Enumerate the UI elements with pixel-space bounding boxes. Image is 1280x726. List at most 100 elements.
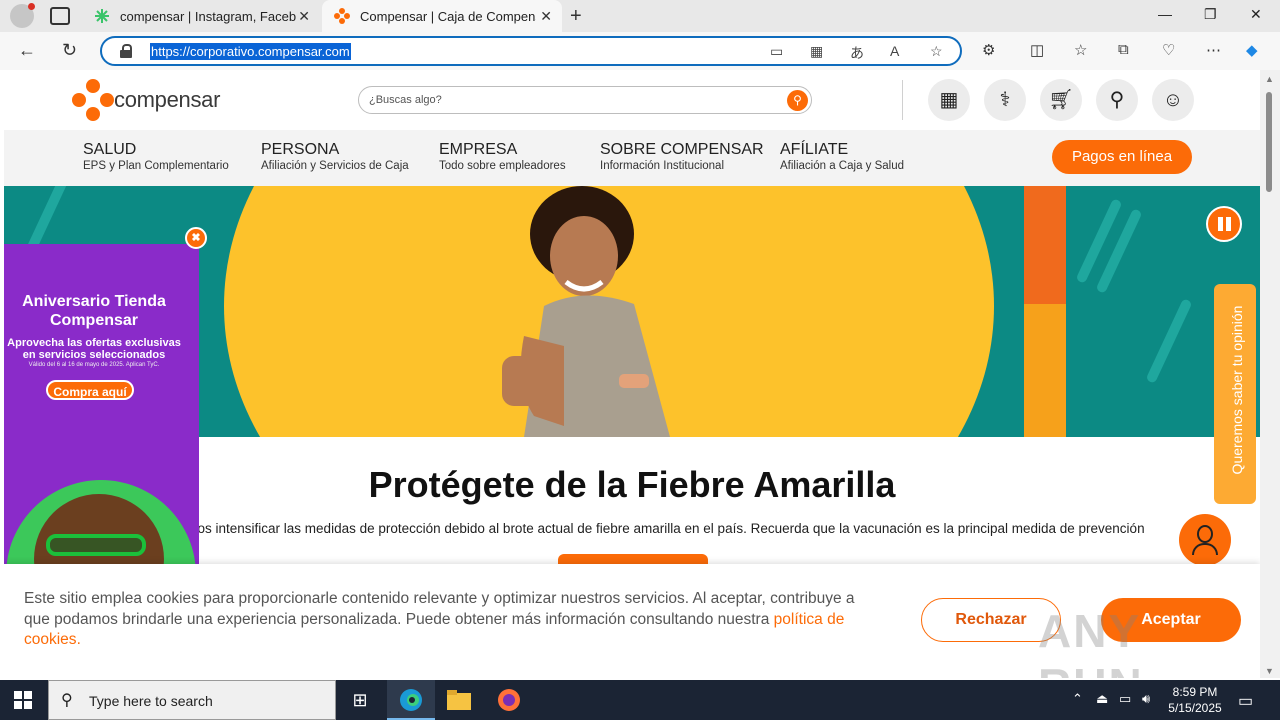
calendar-icon[interactable]: ▦ [928, 79, 970, 121]
windows-taskbar: ⚲ Type here to search ⊞ ⌃ ⏏ ▭ 🔊︎ 8:59 PM… [0, 680, 1280, 720]
compensar-favicon-icon [334, 8, 350, 24]
edge-browser-icon[interactable] [387, 680, 435, 720]
extensions-icon[interactable]: ⚙ [982, 41, 995, 59]
search-input[interactable]: ¿Buscas algo? [369, 94, 442, 106]
translate-icon[interactable]: あ [850, 43, 864, 63]
task-view-icon[interactable]: ⊞ [336, 680, 384, 720]
volume-icon[interactable]: 🔊︎ [1142, 691, 1150, 707]
nav-item-salud[interactable]: SALUD EPS y Plan Complementario [83, 141, 229, 172]
compensar-logo[interactable]: compensar [72, 79, 222, 121]
cookie-message: Este sitio emplea cookies para proporcio… [24, 590, 855, 628]
network-icon[interactable]: ▭ [1119, 691, 1131, 707]
scroll-down-icon[interactable]: ▼ [1265, 666, 1274, 676]
nav-title: SOBRE COMPENSAR [600, 141, 764, 158]
location-pin-icon[interactable]: ⚲ [1096, 79, 1138, 121]
url-text[interactable]: https://corporativo.compensar.com [150, 43, 351, 60]
close-window-icon[interactable]: ✕ [1250, 6, 1262, 23]
promo-close-icon[interactable]: ✖ [185, 227, 207, 249]
qr-code-icon[interactable]: ▦ [810, 43, 823, 60]
browser-toolbar: ← ↻ https://corporativo.compensar.com ▭ … [0, 32, 1280, 70]
collections-icon[interactable]: ⧉ [1118, 41, 1129, 58]
tab-close-icon[interactable]: ✕ [298, 8, 310, 25]
address-bar[interactable]: https://corporativo.compensar.com ▭ ▦ あ … [100, 36, 962, 66]
nav-title: SALUD [83, 141, 137, 158]
copilot-icon[interactable]: ◆ [1246, 41, 1258, 59]
read-aloud-icon[interactable]: A [890, 43, 899, 59]
nav-subtitle: Información Institucional [600, 160, 725, 172]
page-scrollbar[interactable]: ▲ ▼ [1260, 70, 1280, 678]
promo-subtitle: Aprovecha las ofertas exclusivas en serv… [7, 337, 181, 361]
nav-item-sobre-compensar[interactable]: SOBRE COMPENSAR Información Instituciona… [600, 141, 764, 172]
nav-item-afiliate[interactable]: AFÍLIATE Afiliación a Caja y Salud [780, 141, 904, 172]
refresh-icon[interactable]: ↻ [62, 40, 77, 61]
cookie-text: Este sitio emplea cookies para proporcio… [24, 589, 870, 651]
lock-icon[interactable] [120, 44, 132, 58]
search-icon[interactable]: ⚲ [787, 90, 808, 111]
more-options-icon[interactable]: ⋯ [1206, 41, 1221, 59]
header-divider [902, 80, 903, 120]
scroll-up-icon[interactable]: ▲ [1265, 74, 1274, 84]
usb-icon[interactable]: ⏏ [1096, 691, 1108, 707]
main-navigation: SALUD EPS y Plan Complementario PERSONA … [4, 130, 1260, 186]
feedback-tab-label: Queremos saber tu opinión [1229, 305, 1245, 475]
restore-icon[interactable]: ❐ [1204, 6, 1217, 23]
clock-time: 8:59 PM [1172, 685, 1218, 699]
back-icon[interactable]: ← [18, 40, 36, 61]
notifications-icon[interactable]: ▭ [1238, 691, 1253, 711]
profile-avatar-icon[interactable] [10, 3, 35, 28]
windows-start-icon[interactable] [14, 691, 32, 709]
nav-title: PERSONA [261, 141, 340, 158]
promo-popup[interactable]: Aniversario Tienda Compensar Aprovecha l… [4, 244, 199, 574]
split-screen-icon[interactable]: ◫ [1030, 41, 1044, 59]
promo-title: Aniversario Tienda Compensar [22, 293, 166, 329]
user-account-icon[interactable]: ☺ [1152, 79, 1194, 121]
tab-instagram[interactable]: compensar | Instagram, Facebook ✕ [84, 0, 320, 32]
site-search[interactable]: ¿Buscas algo? ⚲ [358, 86, 812, 114]
nav-subtitle: Afiliación a Caja y Salud [780, 160, 905, 172]
compensar-logo-icon [72, 79, 114, 121]
cookie-banner: Este sitio emplea cookies para proporcio… [4, 564, 1260, 678]
banner-person-image [502, 186, 670, 437]
nav-item-persona[interactable]: PERSONA Afiliación y Servicios de Caja [261, 141, 409, 172]
clock[interactable]: 8:59 PM 5/15/2025 [1160, 684, 1230, 716]
tab-actions-icon[interactable] [50, 7, 70, 25]
favorite-star-icon[interactable]: ☆ [930, 43, 943, 60]
banner-stripe [1024, 304, 1066, 437]
pagos-en-linea-button[interactable]: Pagos en línea [1052, 140, 1192, 174]
taskbar-search-input[interactable]: Type here to search [89, 693, 213, 709]
cookie-text-end: . [76, 631, 81, 648]
nav-subtitle: Todo sobre empleadores [439, 160, 566, 172]
file-explorer-icon[interactable] [435, 680, 483, 720]
tab-compensar[interactable]: Compensar | Caja de Compensación ✕ [322, 0, 562, 32]
browser-tab-bar: compensar | Instagram, Facebook ✕ Compen… [0, 0, 1280, 32]
tab-close-icon[interactable]: ✕ [540, 8, 552, 25]
cart-icon[interactable]: 🛒︎ [1040, 79, 1082, 121]
nav-item-empresa[interactable]: EMPRESA Todo sobre empleadores [439, 141, 566, 172]
decorative-leaf [1145, 298, 1193, 384]
favorites-icon[interactable]: ☆ [1074, 41, 1087, 59]
clock-date: 5/15/2025 [1168, 701, 1222, 715]
decorative-leaf [1075, 198, 1123, 284]
site-header: compensar ¿Buscas algo? ⚲ ▦ ⚕ 🛒︎ ⚲ ☺ [4, 70, 1260, 130]
minimize-icon[interactable]: — [1158, 6, 1172, 22]
nav-title: EMPRESA [439, 141, 518, 158]
browser-essentials-icon[interactable]: ♡ [1162, 41, 1175, 59]
stethoscope-icon[interactable]: ⚕ [984, 79, 1026, 121]
firefox-icon[interactable] [485, 680, 533, 720]
feedback-tab[interactable]: Queremos saber tu opinión [1214, 284, 1256, 504]
app-available-icon[interactable]: ▭ [770, 43, 783, 60]
promo-buy-button[interactable]: Compra aquí [46, 380, 134, 400]
search-icon: ⚲ [61, 692, 73, 709]
carousel-pause-button[interactable] [1206, 206, 1242, 242]
promo-fine-print: Válido del 6 al 16 de mayo de 2025. Apli… [28, 362, 160, 368]
new-tab-icon[interactable]: + [570, 5, 582, 28]
nav-subtitle: EPS y Plan Complementario [83, 160, 229, 172]
taskbar-search[interactable]: ⚲ Type here to search [48, 680, 336, 720]
instagram-favicon-icon [95, 9, 109, 23]
chat-agent-icon[interactable] [1179, 514, 1231, 566]
tray-chevron-icon[interactable]: ⌃ [1072, 691, 1083, 707]
tab-label: compensar | Instagram, Facebook [120, 8, 296, 24]
tab-label: Compensar | Caja de Compensación [360, 8, 536, 24]
scrollbar-thumb[interactable] [1266, 92, 1272, 192]
logo-text: compensar [114, 87, 221, 112]
